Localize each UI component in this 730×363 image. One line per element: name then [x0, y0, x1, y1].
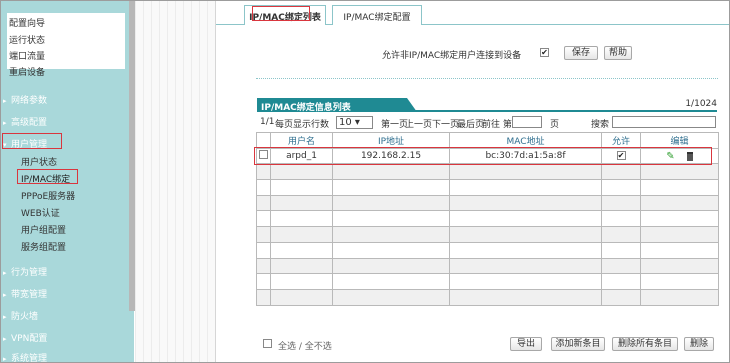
highlight-row: [254, 147, 712, 165]
sidebar-item-setup-wizard[interactable]: 配置向导: [9, 16, 45, 29]
select-all-checkbox[interactable]: [263, 339, 272, 348]
table-footer: 全选 / 全不选 导出 添加新条目 删除所有条目 删除: [256, 337, 718, 352]
table-row: [256, 257, 719, 275]
add-entry-button[interactable]: 添加新条目: [551, 337, 605, 351]
next-page-link[interactable]: 下一页: [432, 117, 459, 130]
table-row: [256, 210, 719, 228]
sidebar-item-port-traffic[interactable]: 端口流量: [9, 49, 45, 62]
highlight-ipmac-binding: [17, 169, 78, 184]
entry-count: 1/1024: [685, 99, 717, 109]
goto-label: 前往 第: [482, 120, 512, 130]
chevron-right-icon: ▸: [3, 355, 7, 363]
table-row: [256, 241, 719, 259]
col-header-edit: 编辑: [640, 132, 719, 149]
chevron-right-icon: ▸: [3, 269, 7, 277]
frame-gutter: [135, 1, 215, 362]
sidebar-section-vpn[interactable]: ▸ VPN配置: [3, 331, 47, 344]
last-page-link[interactable]: 最后页: [457, 117, 484, 130]
sidebar-section-bandwidth[interactable]: ▸ 带宽管理: [3, 287, 47, 300]
table-title: IP/MAC绑定信息列表: [257, 98, 417, 112]
main-panel: IP/MAC绑定列表 IP/MAC绑定配置 允许非IP/MAC绑定用户连接到设备…: [215, 1, 729, 362]
sidebar-item-user-status[interactable]: 用户状态: [21, 155, 57, 168]
tab-bar: IP/MAC绑定列表 IP/MAC绑定配置: [216, 1, 729, 25]
per-page-label: 每页显示行数: [275, 120, 330, 130]
highlight-user-mgmt: [2, 133, 62, 149]
sidebar-section-advanced[interactable]: ▸ 高级配置: [3, 115, 47, 128]
table-row: [256, 179, 719, 196]
app-window: 配置向导 运行状态 端口流量 重启设备 ▸ 网络参数 ▸ 高级配置 ▾ 用户管理 用户…: [0, 0, 730, 363]
prev-page-link[interactable]: 上一页: [405, 117, 432, 130]
select-all-label[interactable]: 全选 / 全不选: [278, 339, 332, 352]
sidebar-item-run-status[interactable]: 运行状态: [9, 33, 45, 46]
help-button[interactable]: 帮助: [604, 46, 632, 60]
sidebar-section-network[interactable]: ▸ 网络参数: [3, 93, 47, 106]
delete-all-button[interactable]: 删除所有条目: [612, 337, 678, 351]
chevron-right-icon: ▸: [3, 313, 7, 321]
sidebar-section-firewall[interactable]: ▸ 防火墙: [3, 309, 38, 322]
col-header-username[interactable]: 用户名: [270, 132, 333, 149]
col-header-mac[interactable]: MAC地址: [449, 132, 602, 149]
sidebar-item-reboot[interactable]: 重启设备: [9, 65, 45, 78]
sidebar-item-web-auth[interactable]: WEB认证: [21, 206, 60, 219]
table-row: [256, 273, 719, 290]
table-row: [256, 194, 719, 212]
sidebar-item-user-group[interactable]: 用户组配置: [21, 223, 66, 236]
save-button[interactable]: 保存: [564, 46, 598, 60]
chevron-down-icon: ▾: [354, 117, 360, 128]
table-row: [256, 226, 719, 243]
pager: 1/1 每页显示行数 10 ▾ 第一页 上一页 下一页 最后页 前往 第 页 搜…: [257, 116, 717, 130]
search-input[interactable]: [612, 116, 716, 128]
table-header-bar: IP/MAC绑定信息列表 1/1024: [257, 98, 717, 112]
table-header-row: 用户名 IP地址 MAC地址 允许 编辑: [256, 132, 719, 149]
chevron-right-icon: ▸: [3, 335, 7, 343]
divider: [256, 78, 718, 79]
first-page-link[interactable]: 第一页: [381, 117, 408, 130]
export-button[interactable]: 导出: [510, 337, 542, 351]
table-row: [256, 288, 719, 306]
allow-unbound-label: 允许非IP/MAC绑定用户连接到设备: [382, 51, 522, 61]
sidebar-item-service-group[interactable]: 服务组配置: [21, 240, 66, 253]
chevron-right-icon: ▸: [3, 119, 7, 127]
col-header-allow[interactable]: 允许: [601, 132, 641, 149]
tab-ipmac-config[interactable]: IP/MAC绑定配置: [332, 5, 422, 25]
sidebar-section-behavior[interactable]: ▸ 行为管理: [3, 265, 47, 278]
page-indicator: 1/1: [260, 117, 275, 127]
sidebar: 配置向导 运行状态 端口流量 重启设备 ▸ 网络参数 ▸ 高级配置 ▾ 用户管理 用户…: [1, 1, 134, 363]
highlight-tab: [252, 6, 310, 21]
per-page-select[interactable]: 10 ▾: [336, 116, 373, 129]
search-label: 搜索: [591, 120, 610, 130]
sidebar-item-pppoe-server[interactable]: PPPoE服务器: [21, 189, 75, 202]
chevron-right-icon: ▸: [3, 291, 7, 299]
page-unit-label: 页: [550, 120, 560, 130]
sidebar-section-system[interactable]: ▸ 系统管理: [3, 351, 47, 363]
delete-button[interactable]: 删除: [684, 337, 714, 351]
goto-page-input[interactable]: [512, 116, 542, 128]
col-header-ip[interactable]: IP地址: [332, 132, 450, 149]
table-row: [256, 163, 719, 181]
allow-unbound-checkbox[interactable]: ✔: [540, 48, 549, 57]
chevron-right-icon: ▸: [3, 97, 7, 105]
